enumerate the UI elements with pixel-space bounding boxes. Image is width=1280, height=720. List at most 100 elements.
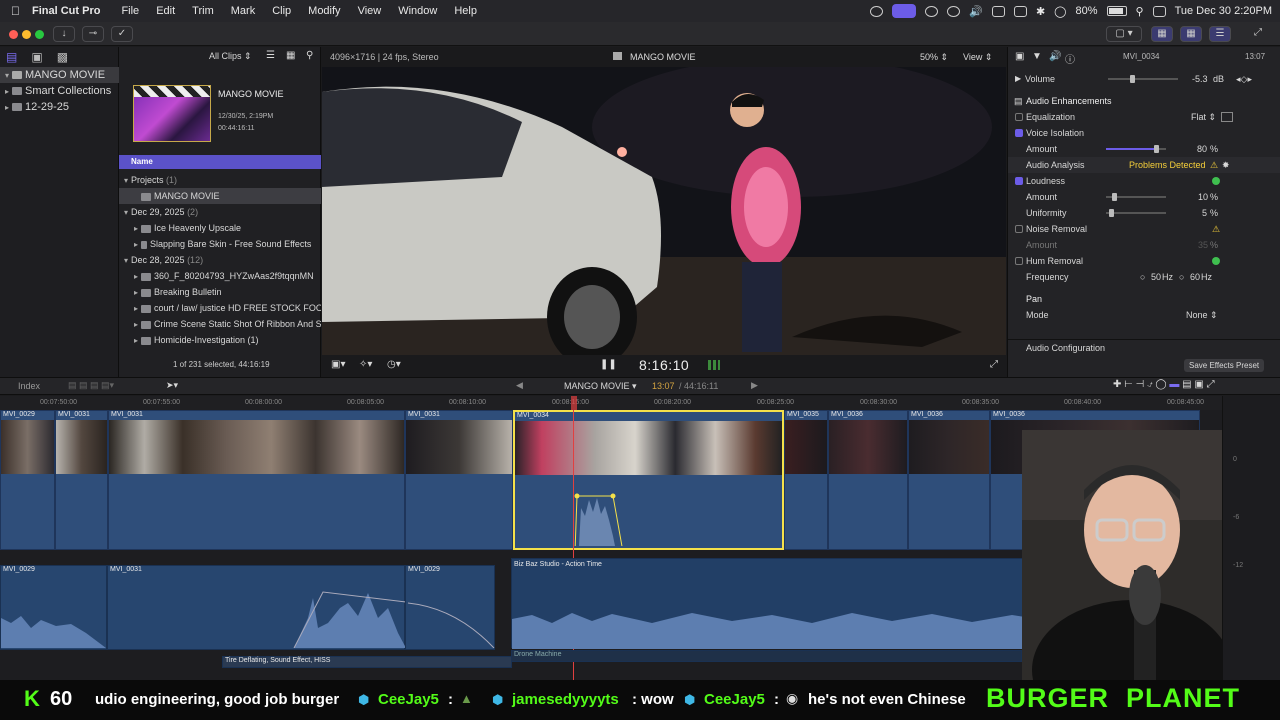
fullscreen-button[interactable]: ⤢	[1249, 26, 1267, 42]
timeline-clip[interactable]: MVI_0036	[828, 410, 908, 550]
slider-knob[interactable]	[1109, 209, 1114, 217]
edit-buttons-icon[interactable]: ▤ ▤ ▤ ▤▾	[68, 380, 114, 391]
event-12-29-25[interactable]: ▸ 12-29-25	[0, 99, 69, 115]
hum-removal-checkbox[interactable]	[1015, 257, 1023, 265]
select-tool-icon[interactable]: ➤▾	[166, 380, 178, 391]
timeline-clip[interactable]: MVI_0031	[108, 410, 405, 550]
background-tasks-button[interactable]: ✓	[111, 26, 133, 42]
search-icon[interactable]: ⚲	[1136, 5, 1144, 18]
wifi-icon[interactable]: ◯	[1054, 5, 1066, 18]
stage-manager-icon[interactable]	[892, 4, 917, 18]
freq-50-radio[interactable]: ○	[1140, 269, 1145, 285]
view-dropdown[interactable]: View ⇕	[963, 52, 992, 63]
list-item[interactable]: ▸ Breaking Bulletin	[119, 284, 321, 300]
project-thumbnail[interactable]	[133, 85, 211, 142]
bluetooth-icon[interactable]: ✱	[1036, 5, 1045, 18]
voice-isolation-checkbox[interactable]	[1015, 129, 1023, 137]
play-pause-button[interactable]: ❚❚	[600, 359, 617, 370]
volume-slider[interactable]	[1108, 75, 1178, 83]
video-inspector-icon[interactable]: ▣	[1015, 51, 1024, 62]
fullscreen-viewer-icon[interactable]: ⤢	[990, 359, 998, 370]
menu-modify[interactable]: Modify	[308, 5, 340, 17]
apple-icon[interactable]: 	[11, 4, 20, 18]
keywords-button[interactable]: ⊸	[82, 26, 104, 42]
list-item[interactable]: ▸ Ice Heavenly Upscale	[119, 220, 241, 236]
slider-knob[interactable]	[1112, 193, 1117, 201]
audio-inspector-icon[interactable]: 🔊	[1049, 51, 1061, 62]
list-item[interactable]: ▸ Crime Scene Static Shot Of Ribbon And S	[119, 316, 321, 332]
timeline-clip[interactable]: MVI_0035	[784, 410, 828, 550]
audio-clip[interactable]: MVI_0029	[0, 565, 107, 650]
zoom-window-button[interactable]	[35, 30, 44, 39]
import-button[interactable]: ↓	[53, 26, 75, 42]
globe-icon[interactable]	[925, 5, 939, 17]
library-root[interactable]: ▾ MANGO MOVIE	[0, 67, 119, 83]
clip-filter-dropdown[interactable]: All Clips ⇕	[209, 51, 252, 62]
screen-record-icon[interactable]	[870, 5, 884, 17]
selected-timeline-clip[interactable]: MVI_0034	[513, 410, 784, 550]
minimize-window-button[interactable]	[22, 30, 31, 39]
slider-knob[interactable]	[1154, 145, 1159, 153]
control-center-icon[interactable]	[1152, 5, 1166, 17]
eq-dropdown[interactable]: Flat ⇕	[1191, 109, 1216, 125]
index-button[interactable]: Index	[18, 381, 40, 391]
clock[interactable]: Tue Dec 30 2:20PM	[1175, 5, 1272, 17]
menu-file[interactable]: File	[121, 5, 139, 17]
freq-60-radio[interactable]: ○	[1179, 269, 1184, 285]
voice-isolation-slider[interactable]	[1106, 145, 1166, 153]
browser-layout-button[interactable]: ▦	[1151, 26, 1173, 42]
list-item[interactable]: ▸ court / law/ justice HD FREE STOCK FOOT	[119, 300, 321, 316]
battery-icon[interactable]	[1106, 6, 1127, 16]
zoom-dropdown[interactable]: 50% ⇕	[920, 52, 948, 63]
name-column-header[interactable]: Name	[119, 155, 321, 169]
audio-configuration-header[interactable]: Audio Configuration	[1008, 339, 1280, 355]
project-row[interactable]: MANGO MOVIE	[119, 188, 321, 204]
menu-view[interactable]: View	[358, 5, 382, 17]
group-dec-28[interactable]: ▾ Dec 28, 2025 (12)	[119, 252, 203, 268]
inspector-layout-button[interactable]: ☰	[1209, 26, 1231, 42]
audio-clip[interactable]: MVI_0031	[107, 565, 406, 650]
history-forward-icon[interactable]: ▶	[751, 380, 758, 391]
play-icon[interactable]	[947, 5, 961, 17]
audio-enhancements-header[interactable]: ▤ Audio Enhancements	[1008, 93, 1280, 109]
volume-icon[interactable]: 🔊	[969, 5, 983, 18]
pan-header[interactable]: Pan	[1008, 291, 1280, 307]
audio-clip[interactable]: MVI_0029	[405, 565, 495, 650]
timeline-clip[interactable]: MVI_0029	[0, 410, 55, 550]
timeline-project-dropdown[interactable]: MANGO MOVIE ▾	[564, 381, 637, 392]
uniformity-slider[interactable]	[1106, 209, 1166, 217]
timeline-clip[interactable]: MVI_0031	[405, 410, 513, 550]
titles-icon[interactable]: ▩	[57, 50, 68, 64]
save-effects-preset-button[interactable]: Save Effects Preset	[1184, 359, 1265, 372]
video-frame[interactable]	[322, 67, 1006, 355]
speed-tool-icon[interactable]: ◷▾	[387, 359, 401, 370]
menu-help[interactable]: Help	[454, 5, 477, 17]
equalization-checkbox[interactable]	[1015, 113, 1023, 121]
eq-graph-icon[interactable]	[1221, 112, 1233, 122]
crop-tool-icon[interactable]: ✧▾	[359, 359, 372, 370]
timeline-tools-icon[interactable]: ✚ ⊢ ⊣ ⍻ ◯ ▬ ▤ ▣ ⤢	[1113, 379, 1215, 390]
menu-edit[interactable]: Edit	[156, 5, 175, 17]
magic-wand-icon[interactable]: ✸	[1222, 157, 1230, 173]
menu-window[interactable]: Window	[398, 5, 437, 17]
photos-icon[interactable]: ▣	[31, 50, 42, 64]
history-back-icon[interactable]: ◀	[516, 380, 523, 391]
sfx-clip[interactable]: Tire Deflating, Sound Effect, HISS	[222, 656, 512, 668]
timeline-clip[interactable]: MVI_0031	[55, 410, 108, 550]
color-inspector-icon[interactable]: ▼	[1032, 51, 1042, 62]
transform-tool-icon[interactable]: ▣▾	[331, 359, 345, 370]
timeline-layout-button[interactable]: ▦	[1180, 26, 1202, 42]
smart-collections[interactable]: ▸ Smart Collections	[0, 83, 111, 99]
info-inspector-icon[interactable]: ⓘ	[1065, 51, 1075, 66]
timeline-clip[interactable]: MVI_0036	[908, 410, 990, 550]
menu-clip[interactable]: Clip	[272, 5, 291, 17]
share-button[interactable]: ▢ ▾	[1106, 26, 1142, 42]
pan-mode-dropdown[interactable]: None ⇕	[1186, 307, 1218, 323]
group-projects[interactable]: ▾ Projects (1)	[119, 172, 177, 188]
close-window-button[interactable]	[9, 30, 18, 39]
group-dec-29[interactable]: ▾ Dec 29, 2025 (2)	[119, 204, 198, 220]
menu-trim[interactable]: Trim	[192, 5, 214, 17]
list-view-icon[interactable]: ☰	[266, 50, 275, 61]
loudness-checkbox[interactable]	[1015, 177, 1023, 185]
playhead-marker[interactable]	[571, 396, 577, 410]
